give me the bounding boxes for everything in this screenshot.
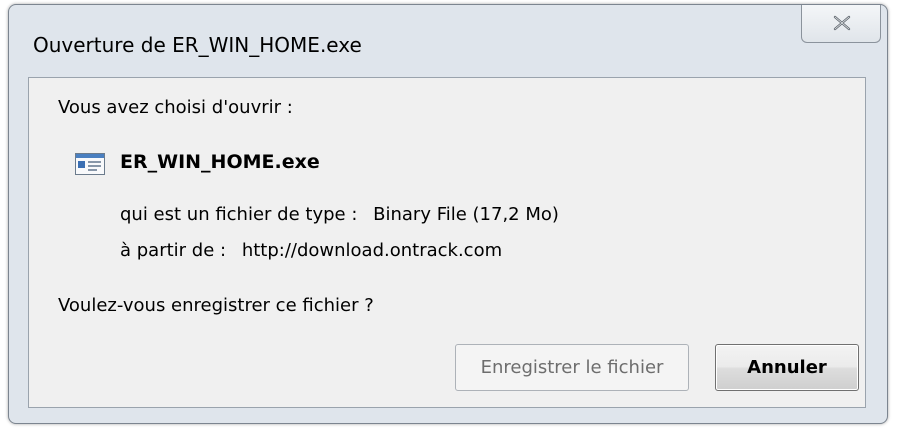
dialog-window: Ouverture de ER_WIN_HOME.exe Vous avez c… [8,4,888,424]
dialog-body: Vous avez choisi d'ouvrir : ER_WIN_HOME.… [28,77,866,408]
executable-file-icon [75,153,105,175]
file-type-label: qui est un fichier de type : [120,204,358,225]
title-bar[interactable]: Ouverture de ER_WIN_HOME.exe [9,5,887,77]
save-question: Voulez-vous enregistrer ce fichier ? [58,295,374,316]
close-button[interactable] [801,5,881,43]
file-name: ER_WIN_HOME.exe [120,151,320,173]
intro-text: Vous avez choisi d'ouvrir : [58,97,293,118]
close-icon [833,15,851,31]
file-source-label: à partir de : [120,240,227,261]
window-title: Ouverture de ER_WIN_HOME.exe [33,33,362,57]
save-file-button[interactable]: Enregistrer le fichier [455,344,689,391]
file-type-value: Binary File (17,2 Mo) [373,204,559,225]
file-source-row: à partir de : http://download.ontrack.co… [120,240,502,261]
file-source-value: http://download.ontrack.com [241,240,503,261]
cancel-button[interactable]: Annuler [715,344,859,391]
file-type-row: qui est un fichier de type : Binary File… [120,204,559,225]
